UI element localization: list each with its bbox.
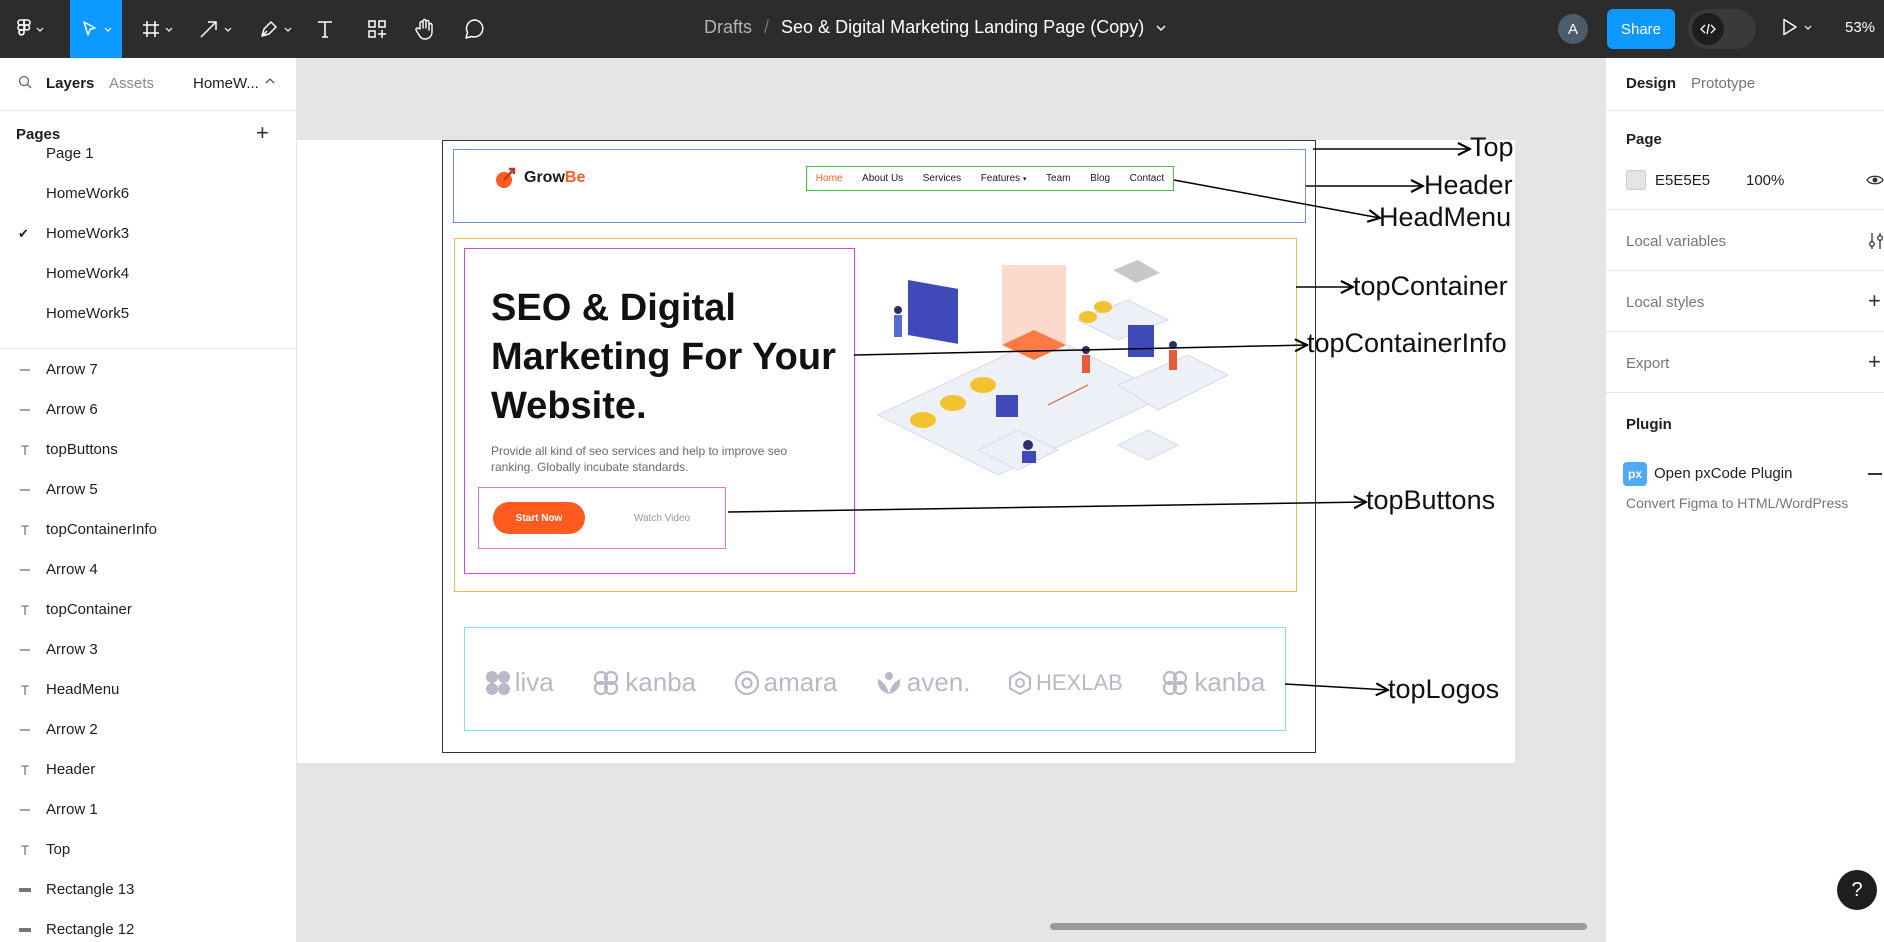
local-variables-label[interactable]: Local variables xyxy=(1626,233,1726,250)
add-style-icon[interactable]: + xyxy=(1868,288,1881,314)
annotation-toplogos[interactable]: topLogos xyxy=(1388,674,1499,705)
divider xyxy=(1606,392,1884,393)
arrow-7[interactable] xyxy=(1284,684,1388,690)
annotation-topcontainerinfo[interactable]: topContainerInfo xyxy=(1307,328,1507,359)
eye-icon[interactable] xyxy=(1866,173,1884,187)
divider xyxy=(1606,270,1884,271)
plugin-description: Convert Figma to HTML/WordPress xyxy=(1626,495,1849,511)
tab-design[interactable]: Design xyxy=(1626,75,1676,92)
export-label[interactable]: Export xyxy=(1626,355,1669,372)
annotation-headmenu[interactable]: HeadMenu xyxy=(1379,202,1511,233)
add-export-icon[interactable]: + xyxy=(1868,349,1881,375)
tab-prototype[interactable]: Prototype xyxy=(1691,75,1755,92)
annotation-header[interactable]: Header xyxy=(1424,170,1513,201)
dev-mode-toggle[interactable] xyxy=(1688,9,1756,49)
page-color-swatch[interactable] xyxy=(1626,170,1646,190)
page-opacity[interactable]: 100% xyxy=(1746,172,1784,189)
local-styles-label[interactable]: Local styles xyxy=(1626,294,1704,311)
remove-plugin-icon[interactable] xyxy=(1868,473,1882,475)
open-pxcode-plugin[interactable]: Open pxCode Plugin xyxy=(1654,465,1792,482)
divider xyxy=(1606,331,1884,332)
present-button[interactable] xyxy=(1782,18,1812,36)
code-icon xyxy=(1692,13,1724,45)
page-section-title: Page xyxy=(1626,131,1662,148)
horizontal-scrollbar[interactable] xyxy=(1050,923,1587,930)
chevron-down-icon xyxy=(1804,25,1812,30)
help-button[interactable]: ? xyxy=(1837,870,1877,910)
share-button[interactable]: Share xyxy=(1607,9,1675,49)
variables-icon[interactable] xyxy=(1868,232,1884,250)
properties-panel: Design Prototype Page E5E5E5 100% Local … xyxy=(1605,58,1884,942)
arrow-6[interactable] xyxy=(727,502,1366,513)
page-color-hex[interactable]: E5E5E5 xyxy=(1655,172,1710,189)
annotation-top[interactable]: Top xyxy=(1470,132,1514,163)
zoom-level[interactable]: 53% xyxy=(1845,19,1875,36)
annotation-topbuttons[interactable]: topButtons xyxy=(1366,485,1495,516)
annotation-topcontainer[interactable]: topContainer xyxy=(1353,271,1508,302)
divider xyxy=(1606,209,1884,210)
annotation-arrows xyxy=(727,0,1605,942)
pxcode-plugin-icon: px xyxy=(1623,462,1647,486)
arrow-5[interactable] xyxy=(853,345,1307,356)
divider xyxy=(1606,110,1884,111)
plugin-section-title: Plugin xyxy=(1626,416,1672,433)
play-icon xyxy=(1783,18,1797,36)
